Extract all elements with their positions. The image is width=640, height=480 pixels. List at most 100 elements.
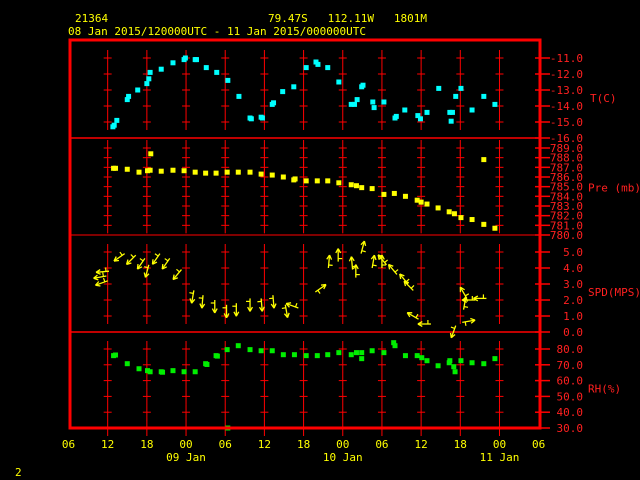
rh-point [451,364,457,370]
wind-arrow-barb [102,272,105,277]
temperature-point [259,115,265,121]
temperature-point [352,101,358,107]
rh-point [269,348,275,354]
pressure-point [492,225,498,231]
pressure-point [170,167,176,173]
temperature-point [436,85,442,91]
temperature-point [225,77,231,83]
page-number: 2 [15,466,22,479]
pressure-point [213,170,219,176]
station-id: 21364 [75,12,108,25]
wind-arrow-head [449,332,452,338]
data-marks [93,55,498,431]
wind-arrow-head [363,240,367,247]
y-tick-label: 0.0 [563,326,583,339]
pressure-point [292,176,298,182]
rh-point [325,352,331,358]
wind-arrow-barb [465,293,470,297]
wind-arrow-barb [139,258,144,262]
x-tick-label: 18 [140,438,153,451]
pressure-point [458,215,464,221]
temperature-point [393,113,399,119]
wind-arrow [113,251,126,262]
rh-point [414,353,420,359]
panel-label-relative-humidity: RH(%) [588,383,621,396]
wind-arrow [462,296,476,303]
y-tick-label: 1.0 [563,310,583,323]
right-axis: -11.0-12.0-13.0-14.0-15.0-16.0T(C)789.07… [535,40,640,435]
temperature-point [236,93,242,99]
temperature-point [271,100,277,106]
rh-point [392,343,398,349]
temperature-point [370,99,376,105]
rh-point [458,358,464,364]
temperature-point [111,122,117,128]
rh-point [136,366,142,372]
pressure-point [181,168,187,174]
temperature-point [448,118,454,124]
rh-point [113,352,119,358]
wind-arrow [326,254,333,269]
y-tick-label: 50.0 [557,390,584,403]
panel-label-temperature: T(C) [590,92,617,105]
rh-point [359,356,365,362]
wind-arrow-barb [361,250,366,253]
wind-arrow [198,295,206,309]
temperature-point [315,61,321,67]
wind-arrow-barb [189,292,194,294]
pressure-point [369,186,375,192]
day-label: 10 Jan [323,451,363,464]
rh-point [147,369,153,375]
temperature-point [417,116,423,122]
temperature-point [424,109,430,115]
wind-arrow-barb [410,285,415,289]
wind-arrow [189,290,196,304]
rh-point [314,353,320,359]
temperature-point [303,65,309,71]
rh-point [214,353,220,359]
rh-point [419,355,425,361]
rh-point [160,369,166,375]
pressure-point [481,157,487,163]
pressure-point [147,167,153,173]
pressure-point [258,171,264,177]
wind-arrow [335,248,343,262]
pressure-point [469,217,475,223]
y-tick-label: 780.0 [550,229,583,242]
wind-arrow [370,254,377,269]
pressure-point [402,193,408,199]
pressure-point [203,170,209,176]
y-tick-label: 70.0 [557,359,584,372]
temperature-point [354,97,360,103]
temperature-point [458,85,464,91]
rh-point [258,348,264,354]
rh-point [353,350,359,356]
x-tick-label: 18 [454,438,467,451]
wind-arrow-barb [463,306,469,308]
rh-point [424,358,430,364]
x-tick-label: 06 [532,438,545,451]
x-tick-label: 06 [375,438,388,451]
pressure-point [158,168,164,174]
day-label: 09 Jan [166,451,206,464]
x-tick-label: 00 [493,438,506,451]
rh-point [192,369,198,375]
wind-arrow-barb [384,259,389,263]
wind-arrow-head [189,298,193,304]
y-tick-label: 40.0 [557,406,584,419]
wind-arrow-barb [119,251,123,256]
pressure-point [303,178,309,184]
rh-point [235,343,241,349]
pressure-point [113,165,119,171]
wind-arrow [269,295,277,309]
wind-arrow-head [151,259,154,265]
y-tick-label: 3.0 [563,278,583,291]
temperature-point [135,87,141,93]
wind-arrow [151,253,161,265]
pressure-point [446,209,452,215]
y-tick-label: 4.0 [563,262,583,275]
temperature-point [146,76,152,82]
wind-arrow-barb [130,254,135,258]
time-axis: 06 12 18 00 06 12 18 00 06 12 18 00 06 09 Jan 10 Jan 11… [62,438,545,464]
wind-arrow-barb [294,303,298,308]
